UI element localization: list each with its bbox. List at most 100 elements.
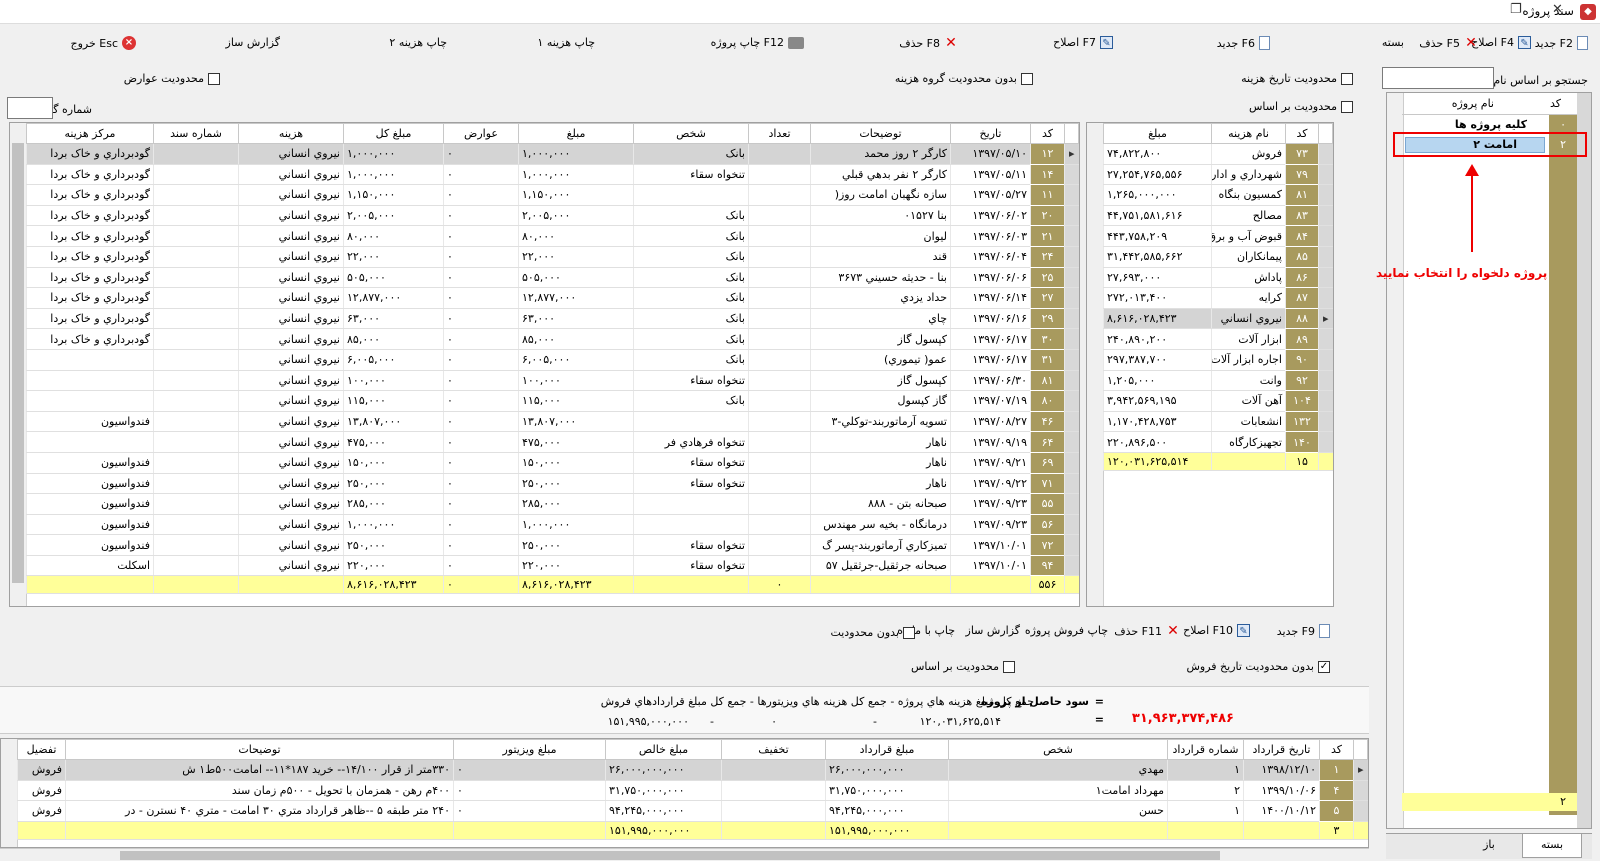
table-row[interactable]: ۵۵ ۱۳۹۷/۰۹/۲۳ صبحانه بتن - ۸۸۸ ۲۸۵,۰۰۰ ۰ ۲۸۵,… [26, 493, 1079, 515]
group-col-2[interactable]: مبلغ [1103, 123, 1212, 144]
detail-col-10[interactable]: مرکز هزينه [26, 123, 154, 144]
detail-col-4[interactable]: شخص [633, 123, 749, 144]
print-cost2-button[interactable]: چاپ هزينه ۲ [389, 36, 447, 49]
project-scrollbar[interactable] [1387, 93, 1404, 828]
checkbox-box[interactable] [1341, 72, 1353, 85]
project-new-button[interactable]: جديد F2 [1535, 36, 1588, 50]
checkbox-box-checked[interactable]: ✓ [1318, 660, 1330, 673]
table-row[interactable]: ۱۴ ۱۳۹۷/۰۵/۱۱ کارگر ۲ نفر بدهي قبلي تنخواه … [26, 164, 1079, 186]
detail-col-6[interactable]: عوارض [443, 123, 519, 144]
table-row[interactable]: ۶۴ ۱۳۹۷/۰۹/۱۹ ناهار تنخواه فرهادي فر ۴۷۵,۰۰۰… [26, 431, 1079, 453]
report-no-input[interactable] [7, 97, 53, 119]
detail-col-1[interactable]: تاريخ [950, 123, 1031, 144]
maximize-icon[interactable]: ❐ [1510, 2, 1522, 17]
detail-col-5[interactable]: مبلغ [518, 123, 634, 144]
table-row[interactable]: ۸۱ کمسيون بنگاه ۱,۲۶۵,۰۰۰,۰۰۰ [1103, 184, 1333, 206]
sales-col-1[interactable]: تاريخ قرارداد [1243, 739, 1320, 760]
checkbox-box[interactable] [1021, 72, 1033, 85]
project-close-button[interactable]: بسته [1382, 36, 1404, 49]
table-row[interactable]: ۱۱ ۱۳۹۷/۰۵/۲۷ سازه نگهبان امامت روز(۱,۱۵۰,… [26, 184, 1079, 206]
sales-basis-limit-checkbox[interactable]: محدوديت بر اساس [911, 660, 1015, 673]
sales-edit-button[interactable]: اصلاح F10 ✎ [1183, 624, 1250, 637]
table-row[interactable]: ۹۲ وانت ۱,۲۰۵,۰۰۰ [1103, 370, 1333, 392]
group-col-1[interactable]: نام هزينه [1211, 123, 1286, 144]
tab-open[interactable]: باز [1464, 838, 1514, 858]
table-row[interactable]: ۷۳ فروش ۷۴,۸۲۲,۸۰۰ [1103, 143, 1333, 165]
table-row[interactable]: ۷۹ شهرداري و ادار ۲۷,۲۵۴,۷۶۵,۵۵۶ [1103, 164, 1333, 186]
project-list-grid[interactable]: کد نام پروژه ۰ کليه پروژه ها ۲ امامت ۲ ۲ [1386, 92, 1592, 829]
table-row[interactable]: ۸۳ مصالح ۴۴,۷۵۱,۵۸۱,۶۱۶ [1103, 205, 1333, 227]
table-row[interactable]: ۱۰۴ آهن آلات ۳,۹۴۲,۵۶۹,۱۹۵ [1103, 390, 1333, 412]
table-row[interactable]: ۷۱ ۱۳۹۷/۰۹/۲۲ ناهار تنخواه سقاء ۲۵۰,۰۰۰ ۰ ۲۵۰,… [26, 473, 1079, 495]
sales-col-7[interactable]: مبلغ ويزيتور [453, 739, 606, 760]
table-row[interactable]: ۲۱ ۱۳۹۷/۰۶/۰۳ ليوان بانک ۸۰,۰۰۰ ۰ ۸۰,۰۰۰ نيروي … [26, 225, 1079, 247]
sales-no-limit-checkbox[interactable]: بدون محدوديت [830, 626, 915, 639]
close-icon[interactable]: ✕ [1552, 2, 1563, 17]
delete-button[interactable]: حذف F8 ✕ [899, 36, 958, 50]
cost-details-grid[interactable]: کد تاريخ توضيحات تعداد شخص مبلغ عوارض مبلغ کل هز… [9, 122, 1080, 607]
edit-button[interactable]: اصلاح F7 ✎ [1053, 36, 1113, 49]
cost-details-scrollbar[interactable] [10, 123, 27, 606]
scroll-thumb[interactable] [12, 143, 24, 583]
table-row[interactable]: ۹۴ ۱۳۹۷/۱۰/۰۱ صبحانه جرثقيل-جرثقيل ۵۷ تنخوا… [26, 555, 1079, 577]
table-row[interactable]: ۲۴ ۱۳۹۷/۰۶/۰۴ قند بانک ۲۲,۰۰۰ ۰ ۲۲,۰۰۰ نيروي ان… [26, 246, 1079, 268]
table-row[interactable]: ۸۷ کرايه ۲۷۲,۰۱۳,۴۰۰ [1103, 287, 1333, 309]
detail-col-9[interactable]: شماره سند [153, 123, 239, 144]
sales-col-0[interactable]: کد [1319, 739, 1354, 760]
sales-hscrollbar[interactable] [0, 848, 1369, 861]
cost-group-scrollbar[interactable] [1087, 123, 1104, 606]
table-row[interactable]: ۷۲ ۱۳۹۷/۱۰/۰۱ تميزکاري آرماتوربند-پسر گ تنخ… [26, 534, 1079, 556]
sales-col-8[interactable]: توضيحات [65, 739, 454, 760]
table-row[interactable]: ۸۴ قبوض آب و برق ۴۴۳,۷۵۸,۲۰۹ [1103, 225, 1333, 247]
checkbox-box[interactable] [1341, 100, 1353, 113]
basis-limit-checkbox[interactable]: محدوديت بر اساس [1249, 100, 1353, 113]
table-row[interactable]: ۹۰ اجاره ابزار آلات ۲۹۷,۳۸۷,۷۰۰ [1103, 349, 1333, 371]
checkbox-box[interactable] [903, 626, 915, 639]
table-row[interactable]: ۲۷ ۱۳۹۷/۰۶/۱۴ حداد يزدي بانک ۱۲,۸۷۷,۰۰۰ ۰ ۱۲,۸… [26, 287, 1079, 309]
table-row[interactable]: ۴۶ ۱۳۹۷/۰۸/۲۷ تسويه آرماتوربند-توکلي-۳ ۱۳,۸… [26, 411, 1079, 433]
table-row[interactable]: ۱۳۲ انشعابات ۱,۱۷۰,۴۲۸,۷۵۳ [1103, 411, 1333, 433]
new-button[interactable]: جديد F6 [1217, 36, 1270, 50]
sales-col-5[interactable]: تخفيف [721, 739, 826, 760]
sales-delete-button[interactable]: حذف F11 ✕ [1114, 624, 1180, 638]
sales-col-9[interactable]: تفضيل [17, 739, 66, 760]
sales-col-3[interactable]: شخص [948, 739, 1168, 760]
checkbox-box[interactable] [1003, 660, 1015, 673]
table-row[interactable]: ۵۶ ۱۳۹۷/۰۹/۲۳ درمانگاه - بخيه سر مهندس ۱,۰۰… [26, 514, 1079, 536]
table-row[interactable]: ۳۰ ۱۳۹۷/۰۶/۱۷ کپسول گاز بانک ۸۵,۰۰۰ ۰ ۸۵,۰۰۰ ني… [26, 328, 1079, 350]
table-row[interactable]: ۸۰ ۱۳۹۷/۰۷/۱۹ گاز کپسول بانک ۱۱۵,۰۰۰ ۰ ۱۱۵,۰۰۰… [26, 390, 1079, 412]
sales-col-4[interactable]: مبلغ قرارداد [825, 739, 949, 760]
table-row[interactable]: ▸ ۸۸ نيروي انساني ۸,۶۱۶,۰۲۸,۴۲۳ [1103, 308, 1333, 330]
cost-group-grid[interactable]: کد نام هزينه مبلغ ۷۳ فروش ۷۴,۸۲۲,۸۰۰ ۷۹ شهردار… [1086, 122, 1334, 607]
print-cost1-button[interactable]: چاپ هزينه ۱ [537, 36, 595, 49]
sales-scrollbar[interactable] [1, 739, 18, 847]
detail-col-2[interactable]: توضيحات [810, 123, 951, 144]
hscroll-thumb[interactable] [120, 851, 1220, 860]
detail-col-3[interactable]: تعداد [748, 123, 811, 144]
table-row[interactable]: ۲۰ ۱۳۹۷/۰۶/۰۲ بنا ۰۱۵۲۷ بانک ۲,۰۰۵,۰۰۰ ۰ ۲,۰۰۵… [26, 205, 1079, 227]
table-row[interactable]: ۳۱ ۱۳۹۷/۰۶/۱۷ عمو( تيموري) بانک ۶,۰۰۵,۰۰۰ ۰ ۶,… [26, 349, 1079, 371]
checkbox-box[interactable] [208, 72, 220, 85]
group-col-0[interactable]: کد [1285, 123, 1319, 144]
duty-limit-checkbox[interactable]: محدوديت عوارض [124, 72, 220, 85]
cost-date-limit-checkbox[interactable]: محدوديت تاريخ هزينه [1241, 72, 1353, 85]
project-edit-button[interactable]: اصلاح F4 ✎ [1471, 36, 1531, 49]
detail-col-8[interactable]: هزينه [238, 123, 344, 144]
table-row[interactable]: ۱۴۰ تجهيزکارگاه ۲۲۰,۸۹۶,۵۰۰ [1103, 431, 1333, 453]
table-row[interactable]: ۸۹ ابزار آلات ۲۴۰,۸۹۰,۲۰۰ [1103, 328, 1333, 350]
table-row[interactable]: ۲۹ ۱۳۹۷/۰۶/۱۶ چاي بانک ۶۳,۰۰۰ ۰ ۶۳,۰۰۰ نيروي ان… [26, 308, 1079, 330]
sales-new-button[interactable]: جديد F9 [1277, 624, 1330, 638]
sales-col-6[interactable]: مبلغ خالص [605, 739, 722, 760]
no-group-limit-checkbox[interactable]: بدون محدوديت گروه هزينه [895, 72, 1033, 85]
tab-closed[interactable]: بسته [1522, 834, 1582, 858]
table-row[interactable]: ۸۱ ۱۳۹۷/۰۶/۳۰ کپسول گاز تنخواه سقاء ۱۰۰,۰۰۰ ۰… [26, 370, 1079, 392]
detail-col-0[interactable]: کد [1030, 123, 1065, 144]
table-row[interactable]: ۸۵ پيمانکاران ۳۱,۴۴۲,۵۸۵,۶۶۲ [1103, 246, 1333, 268]
table-row[interactable]: ۴ ۱۳۹۹/۱۰/۰۶ ۲ مهرداد امامت۱ ۳۱,۷۵۰,۰۰۰,۰۰۰ ۳… [17, 780, 1368, 802]
table-row[interactable]: ۸۶ پاداش ۲۷,۶۹۳,۰۰۰ [1103, 267, 1333, 289]
no-sales-date-limit-checkbox[interactable]: بدون محدوديت تاريخ فروش ✓ [1186, 660, 1330, 673]
sales-report-builder-button[interactable]: گزارش ساز [966, 624, 1020, 637]
project-delete-button[interactable]: حذف F5 ✕ [1419, 36, 1478, 50]
table-row[interactable]: ۵ ۱۴۰۰/۱۰/۱۲ ۱ حسن ۹۴,۲۴۵,۰۰۰,۰۰۰ ۹۴,۲۴۵,۰۰۰,… [17, 800, 1368, 822]
project-search-input[interactable] [1382, 67, 1494, 89]
